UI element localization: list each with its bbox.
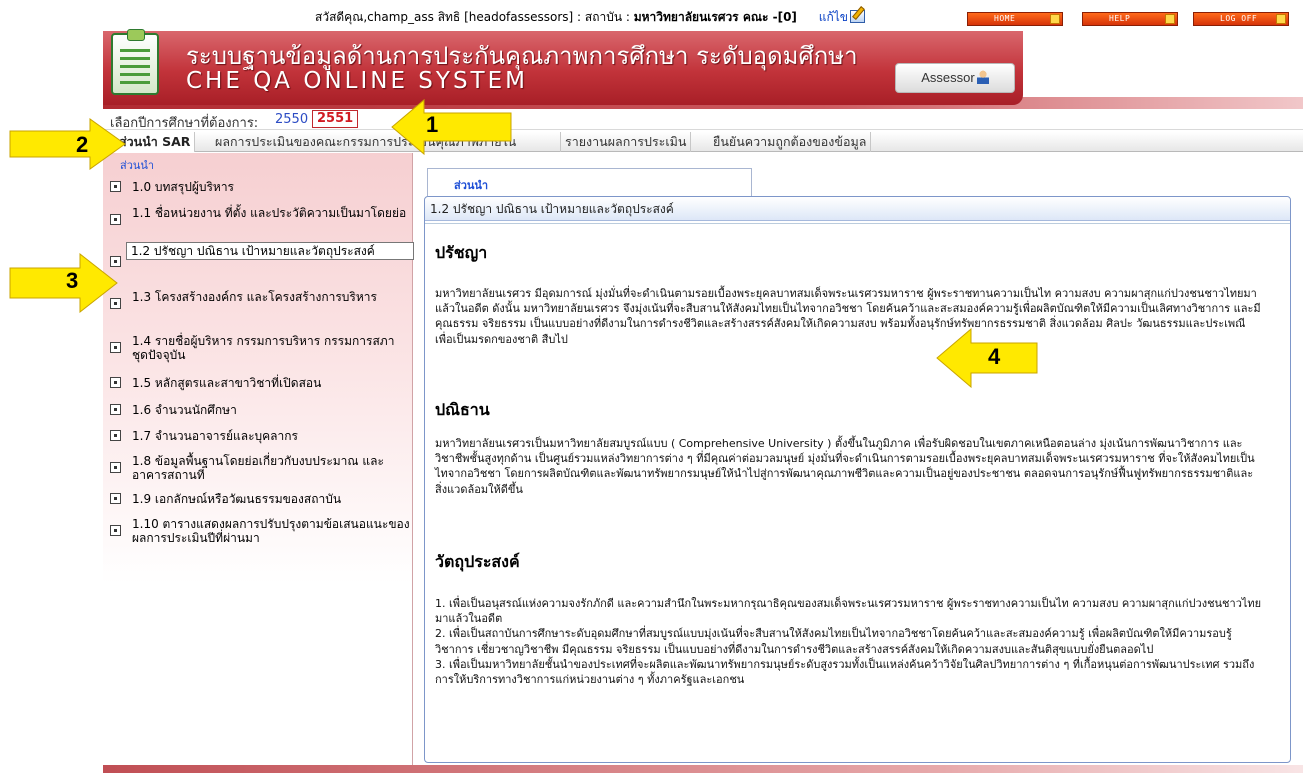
callout-arrow-2: [9, 118, 126, 170]
assessor-role-button[interactable]: Assessor: [895, 63, 1015, 93]
home-button[interactable]: HOME: [967, 12, 1063, 26]
sidebar-item-label: 1.7 จำนวนอาจารย์และบุคลากร: [132, 429, 298, 443]
user-icon: [976, 70, 989, 84]
panel-title: 1.2 ปรัชญา ปณิธาน เป้าหมายและวัตถุประสงค…: [425, 197, 1290, 221]
footer-band: [103, 765, 1303, 773]
help-icon: [1165, 14, 1175, 24]
section-text-resolution: มหาวิทยาลัยนเรศวรเป็นมหาวิทยาลัยสมบูรณ์แ…: [435, 437, 1255, 496]
bullet-icon: [110, 342, 121, 353]
sidebar-item-label: 1.3 โครงสร้างองค์กร และโครงสร้างการบริหา…: [132, 290, 377, 304]
bullet-icon: [110, 377, 121, 388]
home-label: HOME: [994, 14, 1016, 23]
sidebar-item-label: 1.0 บทสรุปผู้บริหาร: [132, 180, 234, 194]
logoff-icon: [1276, 14, 1286, 24]
bullet-icon: [110, 404, 121, 415]
section-text-philosophy: มหาวิทยาลัยนเรศวร มีอุดมการณ์ มุ่งมั่นที…: [435, 287, 1261, 346]
user-greeting: สวัสดีคุณ,champ_ass สิทธิ [headofassesso…: [315, 8, 865, 26]
year-selector: เลือกปีการศึกษาที่ต้องการ: 2550 2551: [103, 109, 1303, 131]
content-panel: 1.2 ปรัชญา ปณิธาน เป้าหมายและวัตถุประสงค…: [424, 196, 1291, 763]
bullet-icon: [110, 525, 121, 536]
edit-profile-link[interactable]: แก้ไข: [819, 10, 865, 24]
bullet-icon: [110, 214, 121, 225]
sidebar-item-label: 1.8 ข้อมูลพื้นฐานโดยย่อเกี่ยวกับงบประมาณ…: [132, 454, 384, 482]
faculty-info: คณะ -[0]: [738, 10, 797, 24]
sidebar-item-label: 1.4 รายชื่อผู้บริหาร กรรมการบริหาร กรรมก…: [132, 334, 395, 362]
year-label: เลือกปีการศึกษาที่ต้องการ:: [110, 116, 259, 131]
help-label: HELP: [1109, 14, 1131, 23]
callout-arrow-3: [9, 253, 118, 313]
institution-name: มหาวิทยาลัยนเรศวร: [633, 10, 739, 24]
callout-number-3: 3: [66, 268, 79, 293]
sidebar: ส่วนนำ 1.0 บทสรุปผู้บริหาร 1.1 ชื่อหน่วย…: [103, 153, 414, 769]
bullet-icon: [110, 493, 121, 504]
pencil-icon: [849, 10, 865, 23]
document-logo-icon: [111, 29, 159, 95]
logoff-label: LOG OFF: [1220, 14, 1258, 23]
edit-profile-label: แก้ไข: [818, 10, 848, 24]
callout-number-4: 4: [988, 344, 1001, 369]
sidebar-item-label: 1.1 ชื่อหน่วยงาน ที่ตั้ง และประวัติความเ…: [132, 206, 407, 220]
panel-body: ปรัชญา มหาวิทยาลัยนเรศวร มีอุดมการณ์ มุ่…: [425, 223, 1290, 762]
sidebar-item-label: 1.10 ตารางแสดงผลการปรับปรุงตามข้อเสนอแนะ…: [132, 517, 410, 545]
help-button[interactable]: HELP: [1082, 12, 1178, 26]
sidebar-item-label: 1.9 เอกลักษณ์หรือวัฒนธรรมของสถาบัน: [132, 492, 342, 506]
bullet-icon: [110, 430, 121, 441]
role-label: Assessor: [921, 70, 975, 85]
sidebar-item-label: 1.2 ปรัชญา ปณิธาน เป้าหมายและวัตถุประสงค…: [126, 242, 414, 260]
bullet-icon: [110, 462, 121, 473]
content-tab[interactable]: ส่วนนำ: [427, 168, 752, 196]
section-heading-resolution: ปณิธาน: [435, 400, 490, 419]
sidebar-item-label: 1.6 จำนวนนักศึกษา: [132, 403, 237, 417]
bullet-icon: [110, 181, 121, 192]
callout-arrow-1: [391, 98, 512, 156]
greeting-prefix: สวัสดีคุณ,champ_ass สิทธิ [headofassesso…: [315, 10, 634, 24]
year-option-2550[interactable]: 2550: [275, 112, 308, 127]
tab-assessment-report[interactable]: รายงานผลการประเมิน: [561, 132, 692, 152]
main-tabs: ส่วนนำ SAR ผลการประเมินของคณะกรรมการประเ…: [103, 132, 1303, 152]
section-heading-objectives: วัตถุประสงค์: [435, 552, 520, 571]
year-option-2551[interactable]: 2551: [312, 110, 359, 128]
tab-data-verification[interactable]: ยืนยันความถูกต้องของข้อมูล: [709, 132, 872, 152]
sidebar-item-label: 1.5 หลักสูตรและสาขาวิชาที่เปิดสอน: [132, 376, 322, 390]
section-heading-philosophy: ปรัชญา: [435, 243, 488, 262]
system-title-english: CHE QA ONLINE SYSTEM: [186, 68, 528, 94]
callout-number-2: 2: [76, 132, 89, 157]
home-icon: [1050, 14, 1060, 24]
logoff-button[interactable]: LOG OFF: [1193, 12, 1289, 26]
section-text-objectives: 1. เพื่อเป็นอนุสรณ์แห่งความจงรักภักดี แล…: [435, 597, 1262, 687]
callout-number-1: 1: [426, 112, 439, 137]
